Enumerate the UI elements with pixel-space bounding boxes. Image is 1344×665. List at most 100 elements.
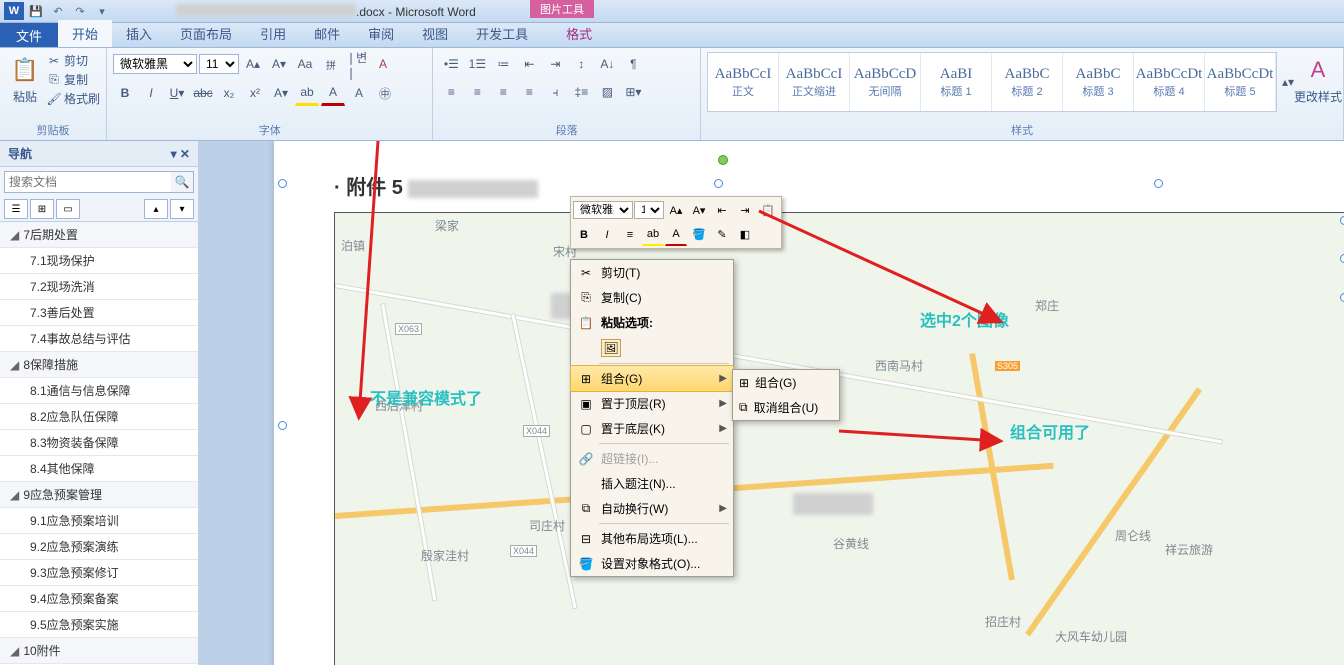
show-marks-icon[interactable]: ¶	[621, 52, 645, 76]
map-image[interactable]: 泊镇 梁家 宋村 西后津村 殷家洼村 司庄村 谷黄线 郑庄 西南马村 招庄村 周…	[334, 212, 1344, 665]
align-left-icon[interactable]: ≡	[439, 80, 463, 104]
bold-icon[interactable]: B	[113, 81, 137, 105]
justify-icon[interactable]: ≡	[517, 80, 541, 104]
document-area[interactable]: · 附件 5 泊镇 梁家 宋村 西后津村 殷家洼村 司庄村 谷黄线 郑庄 西南马…	[199, 141, 1344, 665]
nav-item[interactable]: 7.4事故总结与评估	[0, 326, 198, 352]
enclose-char-icon[interactable]: ㊥	[373, 81, 397, 105]
menu-layout-options[interactable]: ⊟其他布局选项(L)...	[571, 526, 733, 551]
undo-icon[interactable]: ↶	[48, 2, 68, 20]
clear-format-icon[interactable]: A	[371, 52, 395, 76]
nav-view-headings-icon[interactable]: ☰	[4, 199, 28, 219]
menu-copy[interactable]: ⎘复制(C)	[571, 285, 733, 310]
style-item[interactable]: AaBbCcI正文	[708, 53, 779, 111]
nav-item[interactable]: 9.2应急预案演练	[0, 534, 198, 560]
qat-more-icon[interactable]: ▾	[92, 2, 112, 20]
menu-wrap[interactable]: ⧉自动换行(W)▶	[571, 496, 733, 521]
mini-size-select[interactable]: 11	[634, 201, 664, 219]
align-right-icon[interactable]: ≡	[491, 80, 515, 104]
grow-font-icon[interactable]: A▴	[665, 199, 687, 221]
insert-tab[interactable]: 插入	[112, 20, 166, 47]
superscript-icon[interactable]: x²	[243, 81, 267, 105]
line-spacing-icon[interactable]: ‡≡	[569, 80, 593, 104]
change-case-icon[interactable]: Aa	[293, 52, 317, 76]
strike-icon[interactable]: abc	[191, 81, 215, 105]
nav-tree[interactable]: ◢ 7后期处置7.1现场保护7.2现场洗消7.3善后处置7.4事故总结与评估◢ …	[0, 222, 198, 665]
submenu-group[interactable]: ⊞组合(G)	[733, 370, 839, 395]
multilevel-icon[interactable]: ≔	[491, 52, 515, 76]
nav-item[interactable]: 8.1通信与信息保障	[0, 378, 198, 404]
nav-next-icon[interactable]: ▾	[170, 199, 194, 219]
nav-search-input[interactable]	[5, 172, 171, 192]
increase-indent-icon[interactable]: ⇥	[543, 52, 567, 76]
submenu-ungroup[interactable]: ⧉取消组合(U)	[733, 395, 839, 420]
paste-button[interactable]: 📋 粘贴	[6, 52, 44, 105]
decrease-indent-icon[interactable]: ⇤	[517, 52, 541, 76]
menu-format-object[interactable]: 🪣设置对象格式(O)...	[571, 551, 733, 576]
italic-icon[interactable]: I	[596, 224, 618, 246]
mini-font-select[interactable]: 微软雅黑	[573, 201, 633, 219]
layout-tab[interactable]: 页面布局	[166, 20, 246, 47]
menu-caption[interactable]: 插入题注(N)...	[571, 471, 733, 496]
nav-item[interactable]: ◢ 7后期处置	[0, 222, 198, 248]
subscript-icon[interactable]: x₂	[217, 81, 241, 105]
highlight-icon[interactable]: ab	[642, 223, 664, 246]
nav-dropdown-icon[interactable]: ▾ ✕	[171, 147, 190, 161]
nav-item[interactable]: 9.1应急预案培训	[0, 508, 198, 534]
underline-icon[interactable]: U▾	[165, 81, 189, 105]
numbering-icon[interactable]: 1☰	[465, 52, 489, 76]
char-shading-icon[interactable]: A	[347, 81, 371, 105]
mailings-tab[interactable]: 邮件	[300, 20, 354, 47]
increase-indent-icon[interactable]: ⇥	[734, 199, 756, 221]
shape-outline-icon[interactable]: ✎	[711, 224, 733, 246]
char-border-icon[interactable]: ❘변❘	[345, 52, 369, 76]
nav-item[interactable]: 8.4其他保障	[0, 456, 198, 482]
references-tab[interactable]: 引用	[246, 20, 300, 47]
italic-icon[interactable]: I	[139, 81, 163, 105]
font-color-icon[interactable]: A	[321, 80, 345, 106]
paste-icon[interactable]: 📋	[757, 199, 779, 221]
font-size-select[interactable]: 11	[199, 54, 239, 74]
format-tab[interactable]: 格式	[552, 20, 606, 47]
grow-font-icon[interactable]: A▴	[241, 52, 265, 76]
cut-button[interactable]: ✂剪切	[46, 52, 100, 69]
align-center-icon[interactable]: ≡	[619, 224, 641, 246]
nav-view-results-icon[interactable]: ▭	[56, 199, 80, 219]
border-icon[interactable]: ⊞▾	[621, 80, 645, 104]
copy-button[interactable]: ⎘复制	[46, 71, 100, 88]
shrink-font-icon[interactable]: A▾	[267, 52, 291, 76]
decrease-indent-icon[interactable]: ⇤	[711, 199, 733, 221]
bullets-icon[interactable]: •☰	[439, 52, 463, 76]
nav-item[interactable]: ◢ 9应急预案管理	[0, 482, 198, 508]
text-effects-icon[interactable]: A▾	[269, 81, 293, 105]
format-painter-button[interactable]: 🖌格式刷	[46, 90, 100, 107]
menu-cut[interactable]: ✂剪切(T)	[571, 260, 733, 285]
quick-styles-icon[interactable]: ◧	[734, 224, 756, 246]
change-styles-button[interactable]: A 更改样式	[1299, 52, 1337, 105]
view-tab[interactable]: 视图	[408, 20, 462, 47]
nav-item[interactable]: 8.3物资装备保障	[0, 430, 198, 456]
developer-tab[interactable]: 开发工具	[462, 20, 542, 47]
nav-search[interactable]: 🔍	[4, 171, 194, 193]
rotation-handle-icon[interactable]	[718, 155, 728, 165]
style-item[interactable]: AaBbC标题 2	[992, 53, 1063, 111]
file-tab[interactable]: 文件	[0, 23, 58, 47]
menu-send-back[interactable]: ▢置于底层(K)▶	[571, 416, 733, 441]
style-item[interactable]: AaBbCcD无间隔	[850, 53, 921, 111]
menu-bring-front[interactable]: ▣置于顶层(R)▶	[571, 391, 733, 416]
nav-item[interactable]: 9.4应急预案备案	[0, 586, 198, 612]
nav-item[interactable]: 9.3应急预案修订	[0, 560, 198, 586]
menu-group[interactable]: ⊞组合(G)▶	[570, 365, 734, 392]
style-item[interactable]: AaBbCcI正文缩进	[779, 53, 850, 111]
home-tab[interactable]: 开始	[58, 20, 112, 47]
styles-gallery[interactable]: AaBbCcI正文AaBbCcI正文缩进AaBbCcD无间隔AaBI标题 1Aa…	[707, 52, 1277, 112]
bold-icon[interactable]: B	[573, 224, 595, 246]
menu-paste-picture[interactable]: 🖼	[571, 335, 733, 361]
nav-item[interactable]: ◢ 8保障措施	[0, 352, 198, 378]
nav-item[interactable]: 7.1现场保护	[0, 248, 198, 274]
nav-item[interactable]: 7.3善后处置	[0, 300, 198, 326]
highlight-icon[interactable]: ab	[295, 80, 319, 106]
phonetic-guide-icon[interactable]: 拼	[319, 52, 343, 76]
font-color-icon[interactable]: A	[665, 223, 687, 246]
shading-icon[interactable]: ▨	[595, 80, 619, 104]
nav-item[interactable]: 8.2应急队伍保障	[0, 404, 198, 430]
